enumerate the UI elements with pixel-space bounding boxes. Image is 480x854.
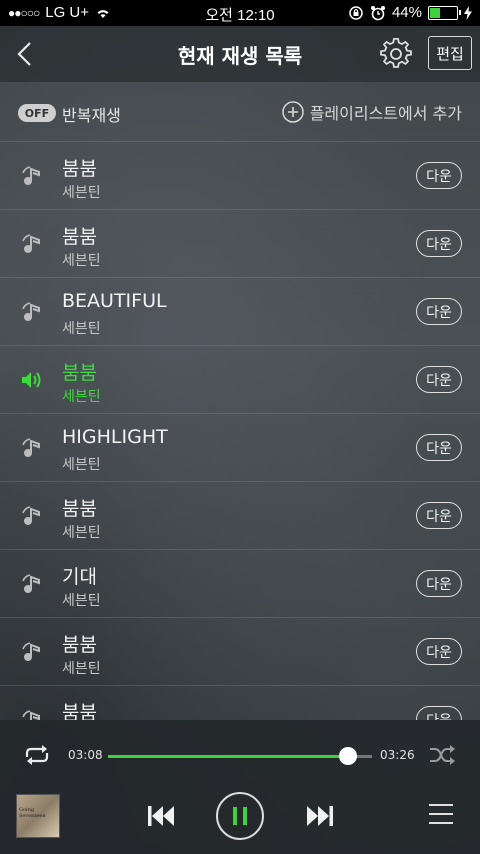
download-button[interactable]: 다운 (416, 638, 462, 665)
album-art-thumbnail[interactable]: Going Seventeen (16, 794, 60, 838)
download-button[interactable]: 다운 (416, 434, 462, 461)
pause-icon (233, 807, 247, 825)
charging-icon (464, 5, 472, 20)
playlist-row[interactable]: 기대세븐틴 다운 (0, 549, 480, 618)
alarm-icon (370, 5, 385, 20)
playlist-row[interactable]: 붐붐세븐틴 다운 (0, 481, 480, 550)
music-note-icon (22, 302, 40, 321)
song-title: 붐붐 (62, 362, 97, 384)
music-note-icon (22, 506, 40, 525)
download-button[interactable]: 다운 (416, 366, 462, 393)
repeat-toolbar: OFF 반복재생 플레이리스트에서 추가 (0, 92, 480, 132)
previous-icon[interactable] (145, 802, 177, 830)
artist-name: 세븐틴 (62, 457, 101, 473)
header-bar: 현재 재생 목록 편집 (0, 26, 480, 82)
repeat-icon[interactable] (22, 744, 52, 766)
download-button[interactable]: 다운 (416, 162, 462, 189)
shuffle-icon[interactable] (428, 744, 456, 766)
next-icon[interactable] (304, 802, 336, 830)
player-controls: 03:08 03:26 Going Seventeen (0, 720, 480, 854)
playlist-row[interactable]: HIGHLIGHT 세븐틴 다운 (0, 413, 480, 482)
playlist-row[interactable]: 붐붐세븐틴 다운 (0, 141, 480, 210)
album-art-text: Going Seventeen (19, 807, 46, 819)
current-time: 03:08 (68, 748, 103, 762)
playlist-row[interactable]: 붐붐세븐틴 다운 (0, 617, 480, 686)
artist-name: 세븐틴 (62, 321, 101, 337)
add-from-playlist-label: 플레이리스트에서 추가 (309, 104, 462, 123)
song-title: 붐붐 (62, 702, 97, 720)
music-note-icon (22, 166, 40, 185)
gear-icon[interactable] (380, 38, 412, 70)
add-from-playlist-button[interactable]: 플레이리스트에서 추가 (281, 100, 462, 124)
add-circle-icon (281, 101, 304, 123)
edit-button[interactable]: 편집 (428, 36, 472, 70)
artist-name: 세븐틴 (62, 525, 101, 541)
artist-name: 세븐틴 (62, 389, 101, 405)
pause-button[interactable] (216, 792, 264, 840)
battery-icon (428, 5, 461, 20)
progress-fill (108, 755, 349, 758)
music-note-icon (22, 574, 40, 593)
song-title: 붐붐 (62, 158, 97, 180)
download-button[interactable]: 다운 (416, 502, 462, 529)
music-note-icon (22, 710, 40, 720)
progress-slider[interactable] (108, 747, 372, 765)
playlist-row[interactable]: 붐붐세븐틴다운 (0, 685, 480, 720)
song-title: 기대 (62, 566, 97, 588)
download-button[interactable]: 다운 (416, 230, 462, 257)
total-time: 03:26 (380, 748, 415, 762)
status-bar: ●●○○○ LG U+ 오전 12:10 44% (0, 0, 480, 26)
battery-level (430, 7, 441, 18)
playlist: 붐붐 세븐틴 다운 붐붐 세븐틴 다운 BEAUTIFUL 세븐틴 다운 붐붐 세븐틴 다운 HIGHL… (0, 141, 480, 720)
music-note-icon (22, 438, 40, 457)
playlist-row[interactable]: BEAUTIFUL 세븐틴 다운 (0, 277, 480, 346)
song-title: 붐붐 (62, 634, 97, 656)
artist-name: 세븐틴 (62, 253, 101, 269)
artist-name: 세븐틴 (62, 593, 101, 609)
playlist-row-now-playing[interactable]: 붐붐세븐틴 다운 (0, 345, 480, 414)
song-title: BEAUTIFUL (62, 290, 167, 312)
download-button[interactable]: 다운 (416, 298, 462, 325)
battery-percent: 44% (391, 4, 422, 21)
download-button[interactable]: 다운 (416, 706, 462, 720)
artist-name: 세븐틴 (62, 661, 101, 677)
progress-thumb[interactable] (339, 747, 358, 765)
download-button[interactable]: 다운 (416, 570, 462, 597)
music-note-icon (22, 642, 40, 661)
speaker-playing-icon (22, 372, 41, 388)
menu-icon[interactable] (428, 802, 454, 826)
rotation-lock-icon (349, 5, 363, 20)
song-title: 붐붐 (62, 498, 97, 520)
repeat-toggle[interactable]: OFF (18, 104, 56, 122)
song-title: 붐붐 (62, 226, 97, 248)
repeat-label: 반복재생 (62, 106, 121, 125)
artist-name: 세븐틴 (62, 185, 101, 201)
music-note-icon (22, 234, 40, 253)
playlist-row[interactable]: 붐붐세븐틴 다운 (0, 209, 480, 278)
song-title: HIGHLIGHT (62, 426, 168, 448)
